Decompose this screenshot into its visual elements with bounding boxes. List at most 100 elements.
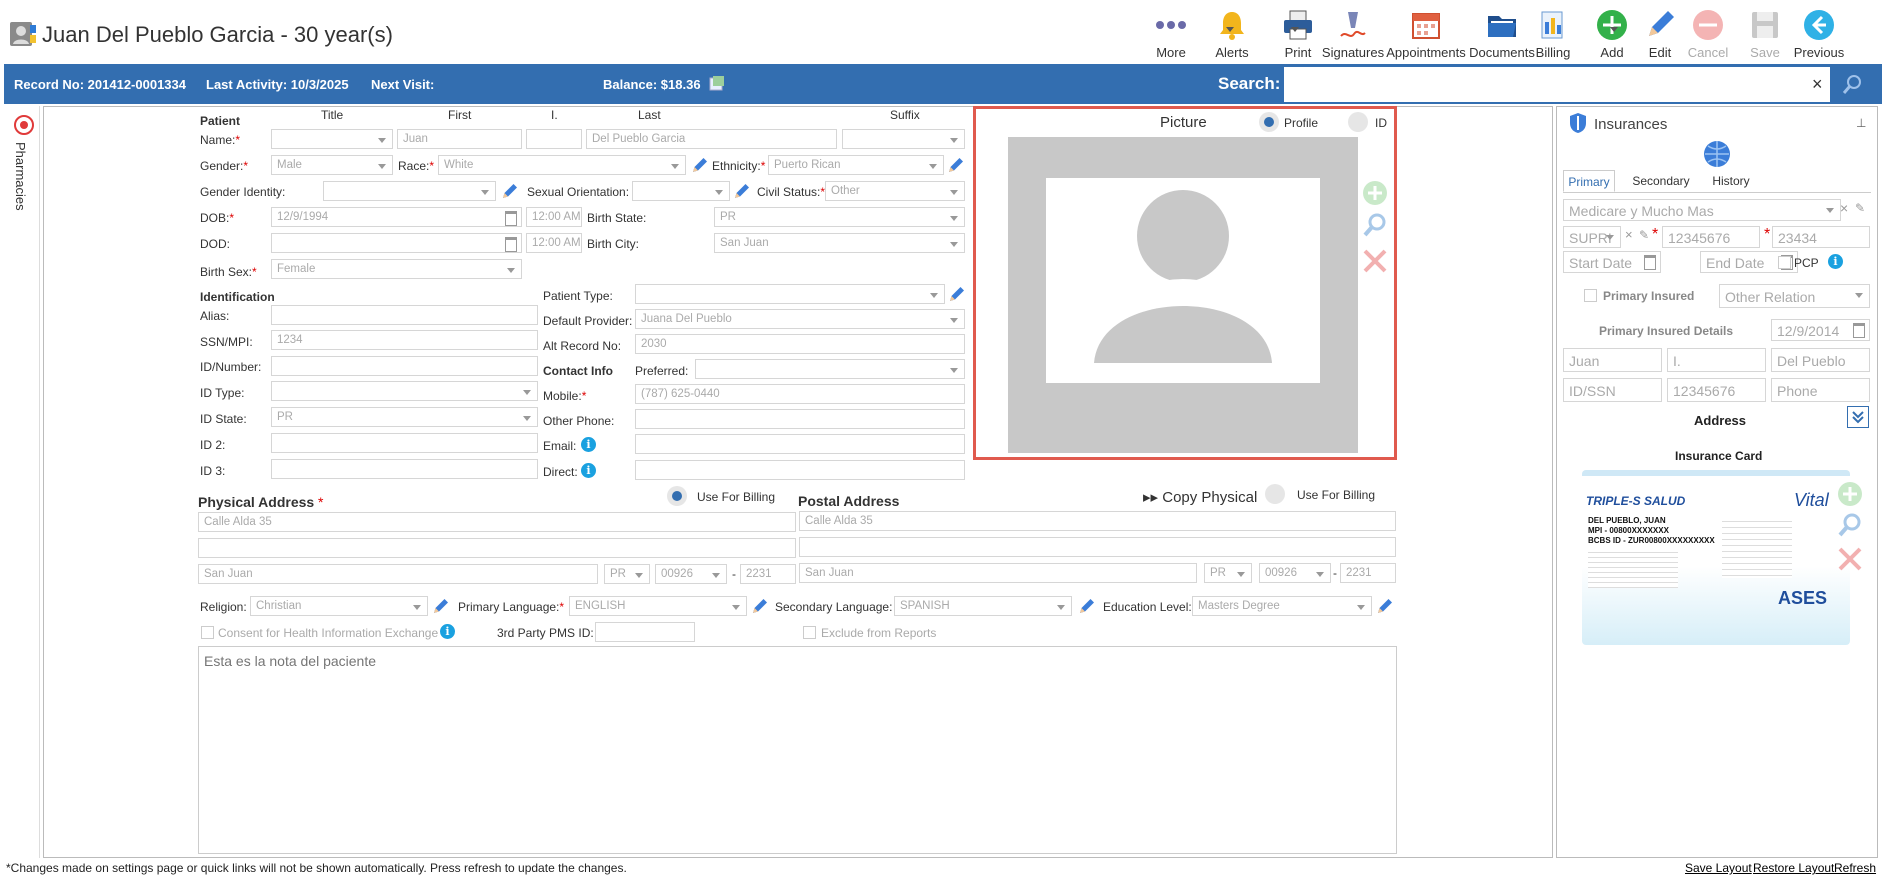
exclude-reports-checkbox[interactable] — [803, 626, 816, 639]
save-layout-link[interactable]: Save Layout — [1685, 861, 1752, 875]
direct-input[interactable] — [635, 460, 965, 480]
insurance-globe-icon[interactable] — [1703, 140, 1731, 168]
edit-patient-type-pencil-icon[interactable] — [948, 285, 966, 303]
email-input[interactable] — [635, 434, 965, 454]
pcp-checkbox[interactable] — [1778, 256, 1791, 269]
relation-code-select[interactable]: SUPRI — [1563, 226, 1621, 248]
edit-primary-language-pencil-icon[interactable] — [751, 597, 769, 615]
zoom-photo-icon[interactable] — [1362, 212, 1388, 238]
insured-last-input[interactable]: Del Pueblo — [1771, 348, 1870, 372]
postal-use-billing-radio[interactable] — [1265, 484, 1285, 504]
race-select[interactable]: White — [438, 155, 686, 175]
preferred-select[interactable] — [695, 359, 965, 379]
middle-initial-input[interactable] — [526, 129, 582, 149]
dob-time-input[interactable]: 12:00 AM — [526, 207, 582, 227]
edit-gender-identity-pencil-icon[interactable] — [501, 182, 519, 200]
refresh-link[interactable]: Refresh — [1834, 861, 1876, 875]
search-button[interactable] — [1830, 67, 1874, 102]
zoom-card-icon[interactable] — [1837, 512, 1863, 538]
direct-info-icon[interactable]: i — [581, 463, 596, 478]
insured-dob-input[interactable]: 12/9/2014 — [1771, 319, 1870, 341]
id-state-select[interactable]: PR — [271, 407, 538, 427]
religion-select[interactable]: Christian — [250, 596, 428, 616]
last-name-input[interactable]: Del Pueblo Garcia — [586, 129, 837, 149]
postal-zip4-input[interactable]: 2231 — [1340, 563, 1396, 583]
tab-secondary[interactable]: Secondary — [1622, 170, 1700, 192]
pin-icon[interactable]: ⊥ — [1856, 116, 1866, 130]
ssn-input[interactable]: 1234 — [271, 330, 538, 350]
alerts-dropdown-caret[interactable] — [1291, 27, 1299, 32]
delete-photo-x-icon[interactable] — [1362, 248, 1388, 274]
pharmacies-eye-icon[interactable] — [11, 114, 35, 138]
edit-sexual-orientation-pencil-icon[interactable] — [733, 182, 751, 200]
secondary-language-select[interactable]: SPANISH — [894, 596, 1072, 616]
physical-line1-input[interactable]: Calle Alda 35 — [198, 512, 796, 532]
edit-secondary-language-pencil-icon[interactable] — [1078, 597, 1096, 615]
gender-select[interactable]: Male — [271, 155, 393, 175]
more-dropdown-caret[interactable] — [1226, 27, 1234, 32]
tab-primary[interactable]: Primary — [1563, 170, 1615, 192]
search-input[interactable] — [1284, 67, 1830, 102]
insurance-plan-select[interactable]: Medicare y Mucho Mas — [1563, 199, 1841, 221]
insurance-card-image[interactable]: TRIPLE-S SALUD Vital DEL PUEBLO, JUAN MP… — [1582, 470, 1850, 645]
other-phone-input[interactable] — [635, 409, 965, 429]
policy-number-input[interactable]: 12345676 — [1662, 226, 1760, 248]
ethnicity-select[interactable]: Puerto Rican — [768, 155, 944, 175]
postal-line2-input[interactable] — [799, 537, 1396, 557]
id-type-select[interactable] — [271, 381, 538, 401]
insured-id-input[interactable]: 12345676 — [1667, 378, 1766, 402]
edit-religion-pencil-icon[interactable] — [432, 597, 450, 615]
dob-date-input[interactable]: 12/9/1994 — [271, 207, 522, 227]
birth-state-select[interactable]: PR — [714, 207, 965, 227]
id2-input[interactable] — [271, 433, 538, 453]
title-select[interactable] — [271, 129, 393, 149]
pharmacies-tab[interactable]: Pharmacies — [13, 142, 28, 211]
patient-type-select[interactable] — [635, 284, 945, 304]
group-number-input[interactable]: 23434 — [1772, 226, 1870, 248]
physical-zip-select[interactable]: 00926 — [655, 564, 727, 584]
mobile-input[interactable]: (787) 625-0440 — [635, 384, 965, 404]
insured-idssn-input[interactable]: ID/SSN — [1563, 378, 1662, 402]
edit-education-pencil-icon[interactable] — [1376, 597, 1394, 615]
suffix-select[interactable] — [842, 129, 965, 149]
tab-history[interactable]: History — [1706, 170, 1756, 192]
birth-sex-select[interactable]: Female — [271, 259, 522, 279]
education-level-select[interactable]: Masters Degree — [1192, 596, 1372, 616]
edit-race-pencil-icon[interactable] — [691, 156, 709, 174]
primary-insured-checkbox[interactable] — [1584, 289, 1597, 302]
id3-input[interactable] — [271, 459, 538, 479]
copy-physical-button[interactable]: ▸▸ Copy Physical — [1143, 488, 1257, 506]
signatures-button[interactable]: Signatures — [1320, 4, 1386, 62]
add-card-plus-icon[interactable] — [1837, 481, 1863, 507]
physical-state-select[interactable]: PR — [604, 564, 650, 584]
primary-language-select[interactable]: ENGLISH — [569, 596, 747, 616]
postal-city-input[interactable]: San Juan — [799, 563, 1197, 583]
insured-first-input[interactable]: Juan — [1563, 348, 1662, 372]
insured-mi-input[interactable]: I. — [1667, 348, 1766, 372]
civil-status-select[interactable]: Other — [825, 181, 965, 201]
edit-ethnicity-pencil-icon[interactable] — [947, 156, 965, 174]
id-radio[interactable] — [1348, 112, 1368, 132]
edit-plan-pencil-icon[interactable]: ✎ — [1855, 201, 1865, 215]
alias-input[interactable] — [271, 305, 538, 325]
insured-phone-input[interactable]: Phone — [1771, 378, 1870, 402]
physical-city-input[interactable]: San Juan — [198, 564, 598, 584]
previous-button[interactable]: Previous — [1786, 4, 1852, 62]
search-clear-icon[interactable]: × — [1812, 74, 1823, 95]
billing-dropdown-caret[interactable] — [1610, 27, 1618, 32]
default-provider-select[interactable]: Juana Del Pueblo — [635, 309, 965, 329]
pms-id-input[interactable] — [595, 622, 695, 642]
sexual-orientation-select[interactable] — [632, 181, 730, 201]
birth-city-select[interactable]: San Juan — [714, 233, 965, 253]
edit-relation-pencil-icon[interactable]: ✎ — [1639, 228, 1649, 242]
clear-plan-x-icon[interactable]: × — [1840, 200, 1848, 216]
email-info-icon[interactable]: i — [581, 437, 596, 452]
restore-layout-link[interactable]: Restore Layout — [1753, 861, 1834, 875]
expand-address-chevron-icon[interactable] — [1847, 406, 1869, 428]
physical-zip4-input[interactable]: 2231 — [740, 564, 796, 584]
consent-info-icon[interactable]: i — [440, 624, 455, 639]
consent-checkbox[interactable] — [201, 626, 214, 639]
physical-line2-input[interactable] — [198, 538, 796, 558]
start-date-input[interactable]: Start Date — [1563, 251, 1661, 273]
dod-date-input[interactable] — [271, 233, 522, 253]
